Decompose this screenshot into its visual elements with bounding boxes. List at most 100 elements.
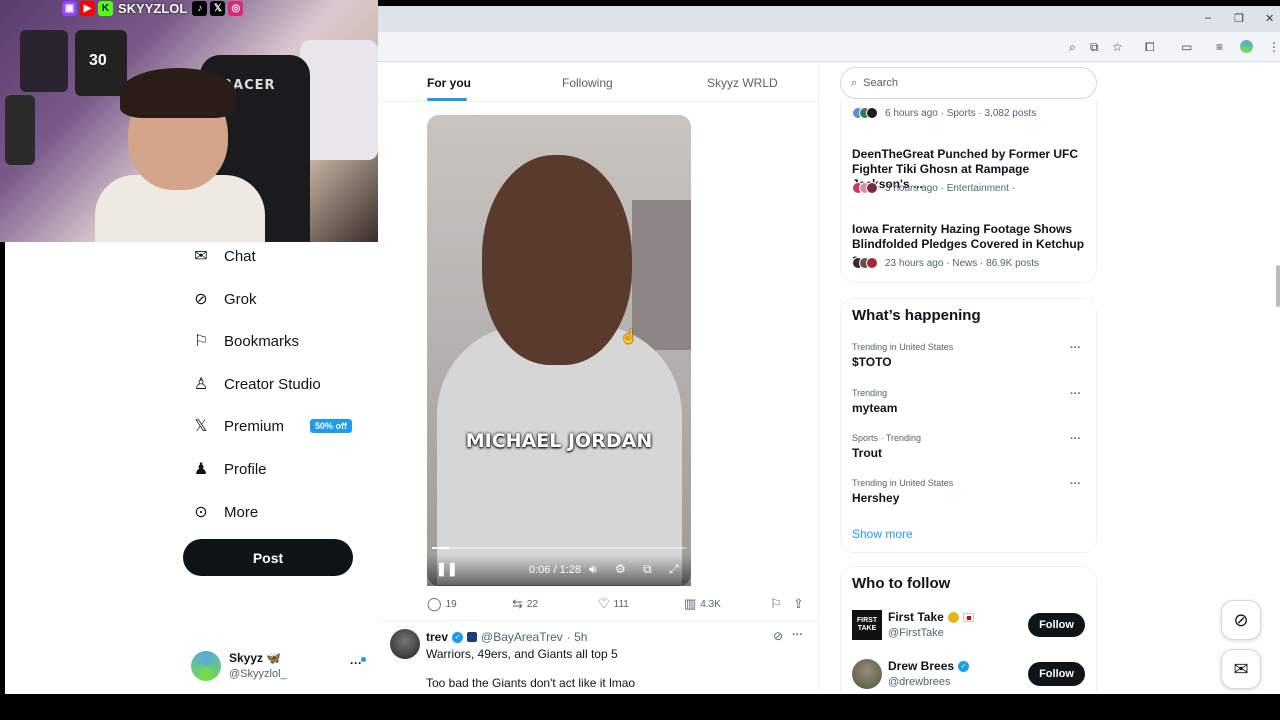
account-avatar[interactable] <box>191 651 221 681</box>
pause-icon[interactable]: ❚❚ <box>436 561 458 577</box>
minimize-button[interactable]: – <box>1205 12 1211 24</box>
page-scrollbar[interactable] <box>1276 265 1280 307</box>
gold-verified-icon <box>947 611 959 623</box>
affiliate-badge-icon <box>467 632 478 642</box>
trev-name[interactable]: trev <box>426 630 448 644</box>
creator-studio-icon: ♙ <box>193 376 209 393</box>
video-progress-bar[interactable] <box>432 547 686 549</box>
whats-happening-card <box>840 298 1097 553</box>
webcam-microphone <box>5 95 35 165</box>
first-take-name-row: First Take <box>888 610 974 624</box>
zoom-icon[interactable]: ⌕ <box>1069 40 1076 55</box>
grok-float-button[interactable]: ⊘ <box>1221 600 1261 640</box>
news-2-meta: 3 hours ago · Entertainment · <box>885 182 1016 194</box>
views-button[interactable]: ▥ 4.3K <box>684 596 721 612</box>
jersey-number: 30 <box>89 52 107 69</box>
first-take-name[interactable]: First Take <box>888 610 944 624</box>
grok-icon: ⊘ <box>1233 609 1249 630</box>
nav-creator-studio-label: Creator Studio <box>224 375 321 393</box>
close-window-button[interactable]: ✕ <box>1265 12 1274 25</box>
trend-1-name[interactable]: $TOTO <box>852 355 892 369</box>
nav-premium[interactable]: 𝕏 Premium 50% off <box>192 413 353 439</box>
tab-skyyz-wrld[interactable]: Skyyz WRLD <box>707 76 778 90</box>
webcam-overlay: 30 RACER ▣ ▶ K SKYYZLOL ♪ 𝕏 ◎ <box>0 0 378 242</box>
repost-icon: ⇆ <box>512 596 523 611</box>
webcam-jersey-right: 30 <box>75 30 127 96</box>
verified-badge-icon: ✓ <box>958 660 970 672</box>
follow-first-take-button[interactable]: Follow <box>1028 613 1085 637</box>
follow-drew-brees-button[interactable]: Follow <box>1028 662 1085 686</box>
fullscreen-icon[interactable]: ⤢ <box>669 562 679 577</box>
twitch-icon: ▣ <box>62 0 77 16</box>
install-app-icon[interactable]: ⧉ <box>1090 40 1099 55</box>
first-take-avatar[interactable]: FIRST TAKE <box>852 610 882 640</box>
tab-for-you[interactable]: For you <box>427 76 471 90</box>
trev-handle[interactable]: @BayAreaTrev <box>481 630 563 644</box>
profile-avatar-icon[interactable] <box>1240 40 1253 53</box>
nav-creator-studio[interactable]: ♙ Creator Studio <box>192 371 321 397</box>
more-icon: ⊙ <box>194 504 208 521</box>
search-box[interactable]: ⌕ Search <box>840 67 1097 99</box>
news-2-meta-row: 3 hours ago · Entertainment · <box>852 182 1015 194</box>
share-icon[interactable]: ⇪ <box>793 596 804 612</box>
tabs-divider <box>378 101 818 102</box>
volume-icon[interactable]: 🔊︎ <box>589 562 597 577</box>
mouse-cursor-icon: ☝ <box>620 328 638 344</box>
tiktok-icon: ♪ <box>192 0 208 16</box>
trev-avatar[interactable] <box>390 629 420 659</box>
reply-icon: ◯ <box>427 596 442 611</box>
messages-float-button[interactable]: ✉ <box>1221 649 1261 689</box>
first-take-handle: @FirstTake <box>888 627 944 639</box>
extensions-icon[interactable]: ⧠ <box>1145 40 1155 55</box>
nav-grok[interactable]: ⊘ Grok <box>192 286 256 312</box>
repost-button[interactable]: ⇆ 22 <box>512 596 538 612</box>
nav-bookmarks[interactable]: ⚐ Bookmarks <box>192 328 299 354</box>
post-button[interactable]: Post <box>183 539 353 576</box>
bookmark-star-icon[interactable]: ☆ <box>1112 40 1123 54</box>
drew-brees-name-row: Drew Brees ✓ <box>888 659 970 673</box>
browser-menu-icon[interactable]: ⋮ <box>1268 40 1280 54</box>
like-button[interactable]: ♡ 111 <box>598 596 629 612</box>
show-more-link[interactable]: Show more <box>852 527 913 541</box>
news-2-avatars <box>852 182 878 194</box>
trend-4-name[interactable]: Hershey <box>852 491 899 505</box>
news-item-1[interactable]: 6 hours ago · Sports · 3,082 posts <box>852 107 1036 119</box>
bookmark-icon: ⚐ <box>193 333 209 350</box>
trend-2-name[interactable]: myteam <box>852 401 897 415</box>
trend-1-context: Trending in United States <box>852 342 954 352</box>
tab-following[interactable]: Following <box>562 76 613 90</box>
kick-icon: K <box>98 0 113 16</box>
video-player[interactable] <box>427 115 691 586</box>
nav-more[interactable]: ⊙ More <box>192 499 258 525</box>
browser-title-bar <box>378 6 1280 32</box>
drew-brees-handle: @drewbrees <box>888 676 951 688</box>
bookmark-tweet-icon[interactable]: ⚐ <box>770 596 782 612</box>
trend-2-more-button[interactable]: ··· <box>1070 388 1081 400</box>
analytics-icon: ▥ <box>684 596 697 611</box>
search-icon: ⌕ <box>851 76 858 89</box>
trend-4-more-button[interactable]: ··· <box>1070 478 1081 490</box>
tweet-divider <box>378 620 818 621</box>
reply-button[interactable]: ◯ 19 <box>427 596 457 612</box>
settings-icon[interactable]: ⚙ <box>615 562 626 576</box>
nav-chat[interactable]: ✉ Chat <box>192 243 255 269</box>
reading-list-icon[interactable]: ≡ <box>1216 40 1223 54</box>
grok-explain-icon[interactable]: ⊘ <box>773 629 783 643</box>
drew-brees-avatar[interactable] <box>852 659 882 689</box>
repost-count: 22 <box>526 598 539 610</box>
picture-in-picture-icon[interactable]: ⧉ <box>643 562 652 577</box>
trend-3-name[interactable]: Trout <box>852 446 882 460</box>
account-name[interactable]: Skyyz 🦋 <box>229 651 281 665</box>
search-placeholder: Search <box>863 77 899 89</box>
video-time: 0:06 / 1:28 <box>529 564 581 576</box>
tab-search-icon[interactable]: ▭ <box>1181 40 1192 54</box>
nav-profile[interactable]: ♟ Profile <box>192 456 267 482</box>
x-social-icon: 𝕏 <box>210 0 226 16</box>
drew-brees-name[interactable]: Drew Brees <box>888 659 954 673</box>
trend-3-more-button[interactable]: ··· <box>1070 433 1081 445</box>
restore-button[interactable]: ❐ <box>1234 12 1244 25</box>
social-links-bar: ▣ ▶ K SKYYZLOL ♪ 𝕏 ◎ <box>62 0 244 16</box>
trev-more-button[interactable]: ··· <box>792 629 803 641</box>
trend-1-more-button[interactable]: ··· <box>1070 342 1081 354</box>
x-icon: 𝕏 <box>194 418 208 435</box>
